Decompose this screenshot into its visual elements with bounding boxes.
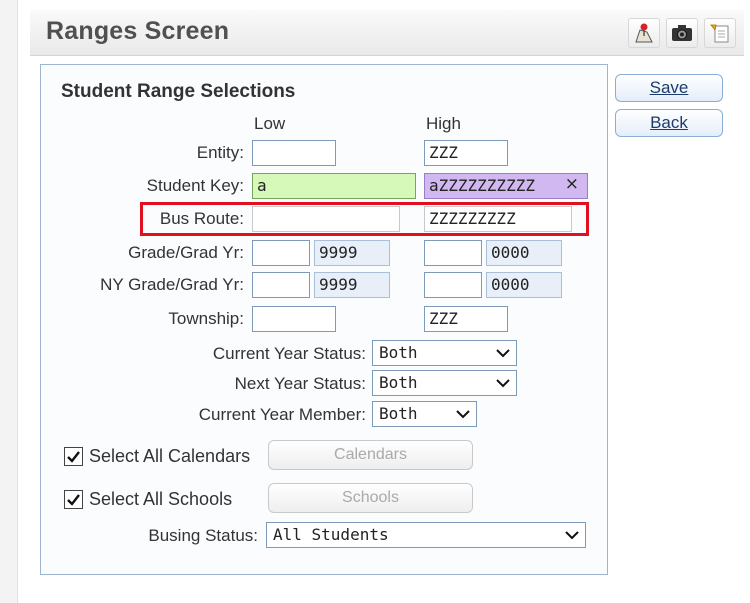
township-high-input[interactable]: ZZZ <box>424 306 508 332</box>
select-all-schools-row: Select All Schools <box>64 489 232 510</box>
header-toolbar <box>628 18 736 48</box>
page-title: Ranges Screen <box>46 17 230 45</box>
page-header: Ranges Screen <box>30 10 744 56</box>
grade-low-input[interactable] <box>252 240 310 266</box>
schools-button[interactable]: Schools <box>268 483 473 513</box>
current-year-status-select[interactable]: Both <box>372 340 517 366</box>
grad-yr-high-input[interactable]: 0000 <box>486 240 562 266</box>
select-all-calendars-checkbox[interactable] <box>64 447 83 466</box>
entity-label: Entity: <box>196 143 244 162</box>
camera-icon[interactable] <box>666 18 698 48</box>
current-year-status-value: Both <box>379 343 418 362</box>
ny-grade-grad-yr-label: NY Grade/Grad Yr: <box>100 275 244 294</box>
panel-title: Student Range Selections <box>61 81 296 102</box>
ny-grad-yr-low-input[interactable]: 9999 <box>314 272 390 298</box>
current-year-member-select[interactable]: Both <box>372 401 477 427</box>
left-edge-strip <box>0 0 18 603</box>
high-column-header: High <box>426 114 461 133</box>
calendars-button[interactable]: Calendars <box>268 440 473 470</box>
grade-grad-yr-label: Grade/Grad Yr: <box>128 243 244 262</box>
save-button[interactable]: Save <box>615 74 723 102</box>
chevron-down-icon <box>495 345 511 365</box>
ny-grad-yr-high-input[interactable]: 0000 <box>486 272 562 298</box>
select-all-calendars-label: Select All Calendars <box>89 446 251 466</box>
student-key-high-input[interactable]: aZZZZZZZZZZ × <box>424 173 588 199</box>
busing-status-select[interactable]: All Students <box>266 522 586 548</box>
map-pin-icon[interactable] <box>628 18 660 48</box>
current-year-member-label: Current Year Member: <box>198 405 366 424</box>
student-key-high-value: aZZZZZZZZZZ <box>429 176 535 195</box>
select-all-schools-label: Select All Schools <box>89 489 233 509</box>
chevron-down-icon <box>564 527 580 547</box>
ny-grade-low-input[interactable] <box>252 272 310 298</box>
next-year-status-select[interactable]: Both <box>372 370 517 396</box>
township-low-input[interactable] <box>252 306 336 332</box>
student-key-low-input[interactable]: a <box>252 173 416 199</box>
select-all-schools-checkbox[interactable] <box>64 490 83 509</box>
low-column-header: Low <box>254 114 286 133</box>
ny-grade-high-input[interactable] <box>424 272 482 298</box>
clear-icon[interactable]: × <box>565 174 579 194</box>
entity-high-input[interactable]: ZZZ <box>424 140 508 166</box>
current-year-status-label: Current Year Status: <box>212 344 366 363</box>
chevron-down-icon <box>455 406 471 426</box>
busing-status-value: All Students <box>273 525 389 544</box>
back-button[interactable]: Back <box>615 109 723 137</box>
bus-route-highlight-box <box>140 202 589 236</box>
grad-yr-low-input[interactable]: 9999 <box>314 240 390 266</box>
select-all-calendars-row: Select All Calendars <box>64 446 250 467</box>
chevron-down-icon <box>495 375 511 395</box>
next-year-status-value: Both <box>379 373 418 392</box>
current-year-member-value: Both <box>379 404 418 423</box>
notes-icon[interactable] <box>704 18 736 48</box>
grade-high-input[interactable] <box>424 240 482 266</box>
next-year-status-label: Next Year Status: <box>234 374 366 393</box>
busing-status-label: Busing Status: <box>148 526 258 545</box>
student-key-label: Student Key: <box>146 176 244 195</box>
township-label: Township: <box>168 309 244 328</box>
entity-low-input[interactable] <box>252 140 336 166</box>
